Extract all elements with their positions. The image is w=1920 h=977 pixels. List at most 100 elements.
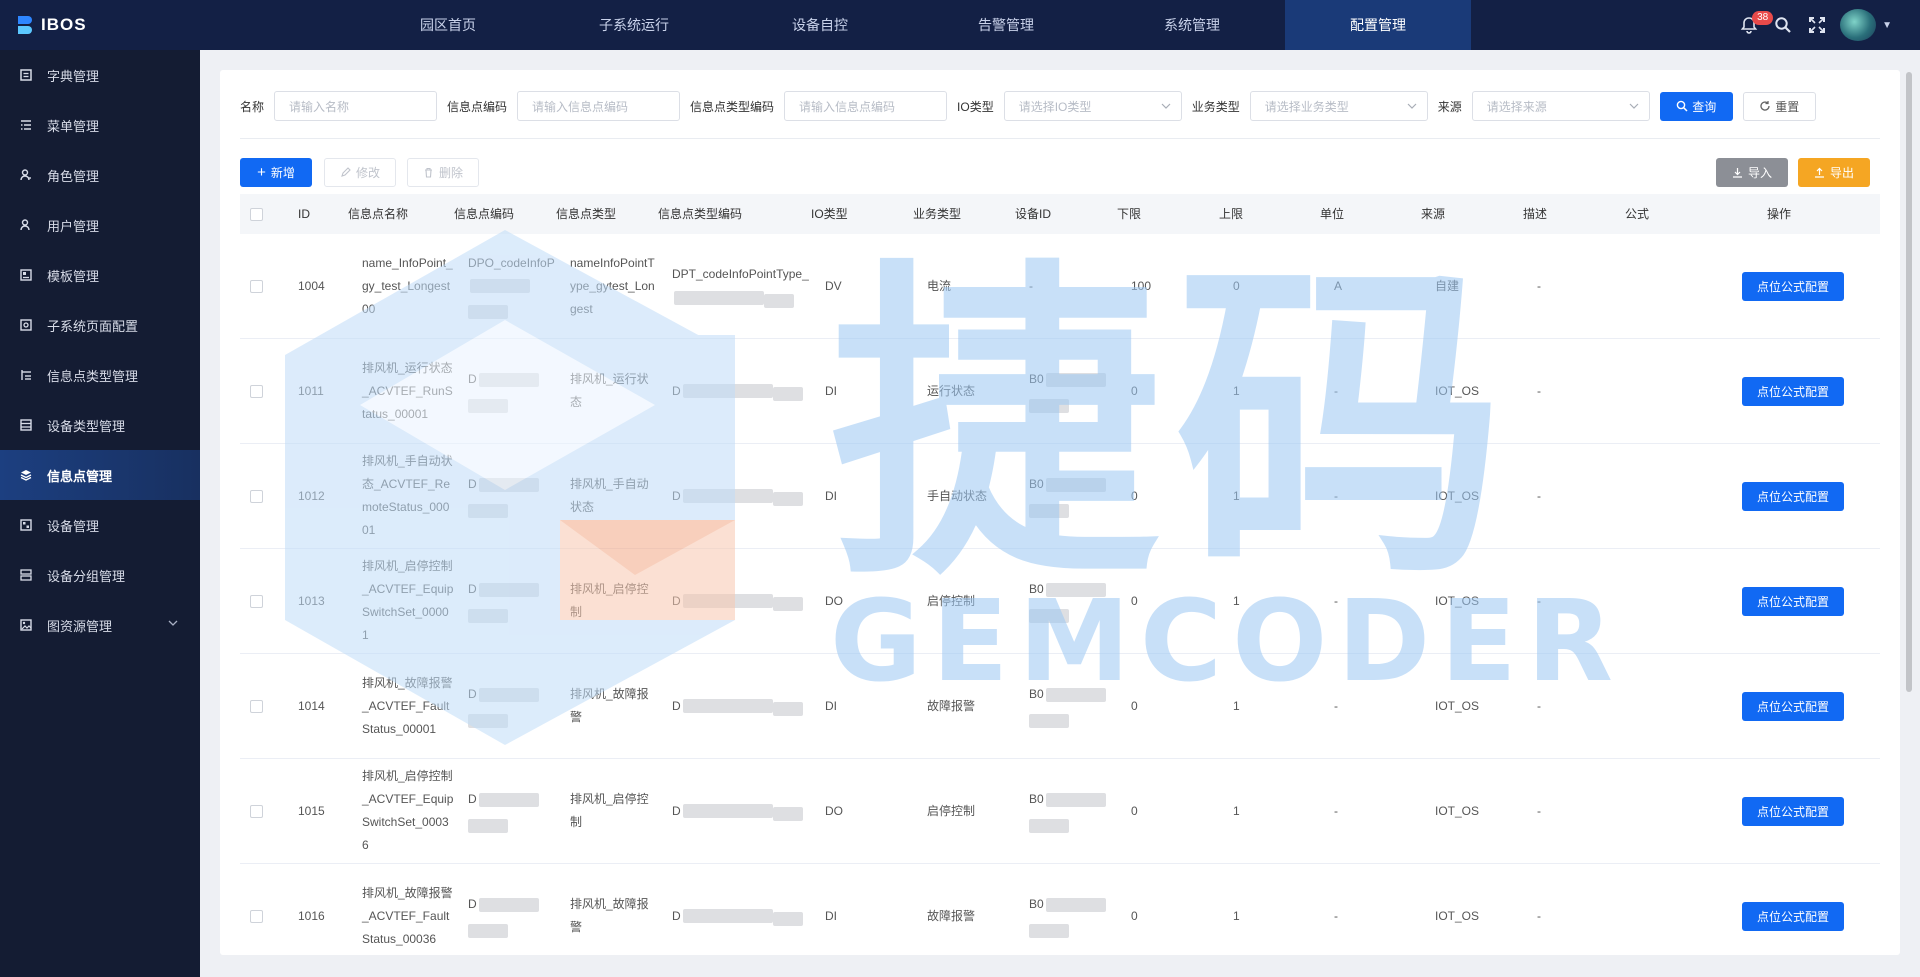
notification-button[interactable]: 38 [1732,0,1774,50]
type-code-input[interactable]: 请输入信息点编码 [784,91,948,121]
sidebar-item-label: 模板管理 [47,268,100,284]
table-row[interactable]: 1013 排风机_启停控制_ACVTEF_EquipSwitchSet_00001… [240,549,1880,654]
sidebar-item-menu[interactable]: 菜单管理 [0,100,200,150]
cell-id: 1015 [280,800,362,823]
select-all-checkbox[interactable] [250,207,263,221]
nav-system[interactable]: 系统管理 [1099,0,1285,50]
cell-unit: - [1334,485,1435,508]
redacted-block [1029,818,1069,833]
redacted-block [772,492,803,507]
sidebar-item-label: 子系统页面配置 [47,318,139,334]
business-type-select[interactable]: 请选择业务类型 [1249,91,1428,121]
nav-device-control[interactable]: 设备自控 [727,0,913,50]
cell-unit: - [1334,695,1435,718]
row-checkbox[interactable] [250,489,263,503]
sidebar-item-device-type[interactable]: 设备类型管理 [0,400,200,450]
cell-id-text: 1016 [298,908,325,923]
row-checkbox[interactable] [250,594,263,608]
cell-low: 0 [1131,590,1233,613]
edit-button[interactable]: 修改 [324,158,396,187]
formula-config-button[interactable]: 点位公式配置 [1741,271,1844,301]
row-checkbox[interactable] [250,804,263,818]
import-button[interactable]: 导入 [1716,158,1788,187]
redacted-block [478,477,539,492]
cell-unit: - [1334,905,1435,928]
search-button[interactable] [1766,0,1800,50]
sidebar-item-image-resource[interactable]: 图资源管理 [0,600,200,650]
scrollbar-thumb[interactable] [1906,72,1912,692]
sidebar-item-subsystem-page[interactable]: 子系统页面配置 [0,300,200,350]
sidebar-item-device[interactable]: 设备管理 [0,500,200,550]
name-input[interactable]: 请输入名称 [274,91,438,121]
cell-high-text: 1 [1233,908,1240,923]
sidebar-item-device-group[interactable]: 设备分组管理 [0,550,200,600]
cell-high: 1 [1233,695,1334,718]
redacted-block [1029,503,1069,518]
row-select-cell [240,804,280,818]
table-row[interactable]: 1015 排风机_启停控制_ACVTEF_EquipSwitchSet_00036… [240,759,1880,864]
table-row[interactable]: 1012 排风机_手自动状态_ACVTEF_RemoteStatus_00001 D… [240,444,1880,549]
redacted-block [772,912,803,927]
code-input[interactable]: 请输入信息点编码 [517,91,681,121]
filter-code-label: 信息点编码 [447,99,508,114]
template-icon [20,269,32,281]
sidebar-item-label: 图资源管理 [47,618,113,634]
cell-low: 0 [1131,380,1233,403]
delete-button[interactable]: 删除 [407,158,479,187]
row-checkbox[interactable] [250,279,263,293]
query-button[interactable]: 查询 [1659,91,1733,121]
table-row[interactable]: 1016 排风机_故障报警_ACVTEF_FaultStatus_00036 D 排风… [240,864,1880,955]
content-panel: 名称 请输入名称 信息点编码 请输入信息点编码 信息点类型编码 请输入信息点编码… [220,70,1900,955]
cell-io: DO [825,800,927,823]
col-unit: 单位 [1320,206,1345,221]
nav-config[interactable]: 配置管理 [1285,0,1471,50]
sidebar-item-user[interactable]: 用户管理 [0,200,200,250]
table-row[interactable]: 1014 排风机_故障报警_ACVTEF_FaultStatus_00001 D 排风… [240,654,1880,759]
add-button[interactable]: + 新增 [240,158,312,187]
cell-io-text: DI [825,383,837,398]
export-button[interactable]: 导出 [1798,158,1870,187]
sidebar-item-point-type[interactable]: 信息点类型管理 [0,350,200,400]
chevron-down-icon[interactable] [168,618,178,628]
sidebar-item-dictionary[interactable]: 字典管理 [0,50,200,100]
row-checkbox[interactable] [250,384,263,398]
formula-config-button[interactable]: 点位公式配置 [1741,901,1844,931]
formula-config-button[interactable]: 点位公式配置 [1741,481,1844,511]
caret-down-icon[interactable]: ▼ [1882,20,1892,31]
io-type-select[interactable]: 请选择IO类型 [1003,91,1182,121]
nav-subsystem[interactable]: 子系统运行 [541,0,727,50]
table-row[interactable]: 1011 排风机_运行状态_ACVTEF_RunStatus_00001 D 排风机_… [240,339,1880,444]
cell-low-text: 0 [1131,698,1138,713]
divider [240,138,1880,139]
cell-type-text: 排风机_运行状态 [570,372,649,409]
row-checkbox[interactable] [250,909,263,923]
table-row[interactable]: 1004 name_InfoPoint_gy_test_Longest00 DPO_… [240,234,1880,339]
formula-config-button[interactable]: 点位公式配置 [1741,586,1844,616]
cell-unit: - [1334,590,1435,613]
cell-source: 自建 [1435,275,1537,298]
formula-config-button[interactable]: 点位公式配置 [1741,796,1844,826]
cell-io: DI [825,695,927,718]
row-checkbox[interactable] [250,699,263,713]
formula-config-button[interactable]: 点位公式配置 [1741,691,1844,721]
app-logo[interactable]: IBOS [0,0,200,50]
nav-alarm[interactable]: 告警管理 [913,0,1099,50]
fullscreen-button[interactable] [1800,0,1834,50]
redacted-block [468,398,508,413]
sidebar-item-info-point[interactable]: 信息点管理 [0,450,200,500]
edit-icon [341,167,351,177]
formula-config-button[interactable]: 点位公式配置 [1741,376,1844,406]
source-select[interactable]: 请选择来源 [1471,91,1650,121]
cell-id-text: 1015 [298,803,325,818]
cell-low-text: 0 [1131,488,1138,503]
vertical-scrollbar[interactable] [1906,70,1914,955]
cell-io-text: DI [825,698,837,713]
sidebar-item-template[interactable]: 模板管理 [0,250,200,300]
user-avatar[interactable] [1840,9,1877,41]
cell-type-code: D [672,380,825,403]
redacted-block [764,293,794,308]
sidebar-item-role[interactable]: 角色管理 [0,150,200,200]
reset-button[interactable]: 重置 [1742,91,1816,121]
nav-home[interactable]: 园区首页 [355,0,541,50]
device-icon [20,519,32,531]
